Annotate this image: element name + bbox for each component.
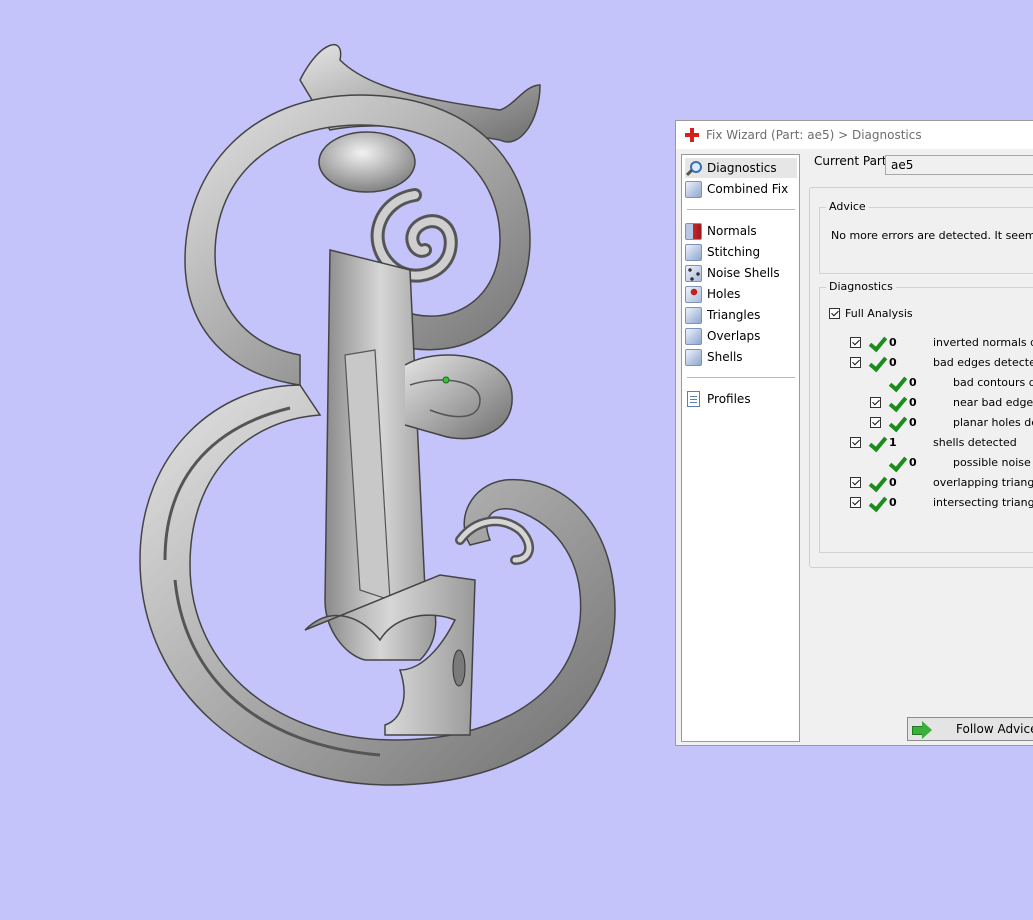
diag-checkbox-inverted-normals[interactable]	[850, 337, 861, 348]
diag-count: 0	[889, 496, 897, 509]
diag-label: bad contours de	[953, 376, 1033, 389]
diag-label: bad edges detected	[933, 356, 1033, 369]
red-cross-icon	[685, 128, 699, 142]
nav-item-label: Triangles	[707, 308, 761, 322]
triangles-cube-icon	[685, 306, 702, 324]
holes-cube-icon	[685, 285, 702, 303]
green-check-icon	[868, 335, 886, 351]
nav-item-holes[interactable]: Holes	[685, 284, 740, 304]
green-check-icon	[888, 375, 906, 391]
diagnostics-group: Diagnostics Full Analysis 0 inverted nor…	[819, 280, 1033, 553]
advice-group: Advice No more errors are detected. It s…	[819, 200, 1033, 274]
nav-item-stitching[interactable]: Stitching	[685, 242, 760, 262]
document-icon	[687, 391, 700, 407]
shells-cube-icon	[685, 348, 702, 366]
nav-item-label: Diagnostics	[707, 161, 777, 175]
follow-advice-label: Follow Advice	[956, 722, 1033, 736]
nav-item-label: Shells	[707, 350, 743, 364]
diag-label: planar holes dete	[953, 416, 1033, 429]
diag-checkbox-planar-holes[interactable]	[870, 417, 881, 428]
green-check-icon	[868, 475, 886, 491]
noise-shells-cube-icon	[685, 264, 702, 282]
diag-checkbox-intersecting-triangles[interactable]	[850, 497, 861, 508]
green-check-icon	[888, 455, 906, 471]
nav-item-profiles[interactable]: Profiles	[685, 389, 751, 409]
green-check-icon	[868, 355, 886, 371]
nav-item-label: Combined Fix	[707, 182, 789, 196]
normals-cube-icon	[685, 222, 702, 240]
nav-item-shells[interactable]: Shells	[685, 347, 743, 367]
diag-count: 0	[909, 416, 917, 429]
nav-item-normals[interactable]: Normals	[685, 221, 757, 241]
nav-item-label: Holes	[707, 287, 741, 301]
nav-separator	[687, 377, 795, 378]
diagnostics-panel: Advice No more errors are detected. It s…	[809, 187, 1033, 568]
diagnostics-group-label: Diagnostics	[826, 280, 896, 293]
nav-item-label: Overlaps	[707, 329, 761, 343]
diag-count: 0	[909, 376, 917, 389]
diag-count: 0	[889, 336, 897, 349]
stitching-cube-icon	[685, 243, 702, 261]
diag-checkbox-overlapping-triangles[interactable]	[850, 477, 861, 488]
nav-item-diagnostics[interactable]: Diagnostics	[685, 158, 797, 178]
magnifier-icon	[685, 160, 702, 177]
diag-count: 0	[909, 456, 917, 469]
nav-item-label: Profiles	[707, 392, 751, 406]
diag-count: 0	[909, 396, 917, 409]
dialog-title: Fix Wizard (Part: ae5) > Diagnostics	[706, 128, 922, 142]
diag-label: overlapping triangles	[933, 476, 1033, 489]
nav-item-label: Stitching	[707, 245, 761, 259]
green-arrow-icon	[912, 721, 934, 739]
diag-checkbox-near-bad-edges[interactable]	[870, 397, 881, 408]
green-check-icon	[868, 435, 886, 451]
diag-checkbox-shells[interactable]	[850, 437, 861, 448]
full-analysis-checkbox[interactable]	[829, 308, 840, 319]
diag-count: 1	[889, 436, 897, 449]
follow-advice-button[interactable]: Follow Advice	[907, 717, 1033, 741]
overlaps-cube-icon	[685, 327, 702, 345]
advice-group-label: Advice	[826, 200, 869, 213]
nav-item-triangles[interactable]: Triangles	[685, 305, 760, 325]
diag-checkbox-bad-edges[interactable]	[850, 357, 861, 368]
nav-item-label: Noise Shells	[707, 266, 780, 280]
nav-separator	[687, 209, 795, 210]
nav-item-noise-shells[interactable]: Noise Shells	[685, 263, 780, 283]
advice-text: No more errors are detected. It seems th…	[831, 229, 1033, 242]
green-check-icon	[888, 395, 906, 411]
current-part-field: ae5	[885, 155, 1033, 175]
nav-item-combined-fix[interactable]: Combined Fix	[685, 179, 788, 199]
wizard-nav-list: Diagnostics Combined Fix Normals Stitchi…	[681, 154, 800, 742]
full-analysis-label: Full Analysis	[845, 307, 913, 320]
nav-item-overlaps[interactable]: Overlaps	[685, 326, 760, 346]
green-check-icon	[868, 495, 886, 511]
diag-label: intersecting triangles	[933, 496, 1033, 509]
diag-label: inverted normals det	[933, 336, 1033, 349]
cube-icon	[685, 180, 702, 198]
model-body	[139, 43, 616, 786]
fix-wizard-dialog: Fix Wizard (Part: ae5) > Diagnostics Dia…	[675, 120, 1033, 746]
current-part-label: Current Part:	[814, 154, 891, 168]
diag-count: 0	[889, 476, 897, 489]
nav-item-label: Normals	[707, 224, 757, 238]
diag-label: shells detected	[933, 436, 1017, 449]
dialog-titlebar[interactable]: Fix Wizard (Part: ae5) > Diagnostics	[676, 121, 1033, 149]
diag-label: near bad edges d	[953, 396, 1033, 409]
diag-count: 0	[889, 356, 897, 369]
green-check-icon	[888, 415, 906, 431]
diag-label: possible noise sh	[953, 456, 1033, 469]
